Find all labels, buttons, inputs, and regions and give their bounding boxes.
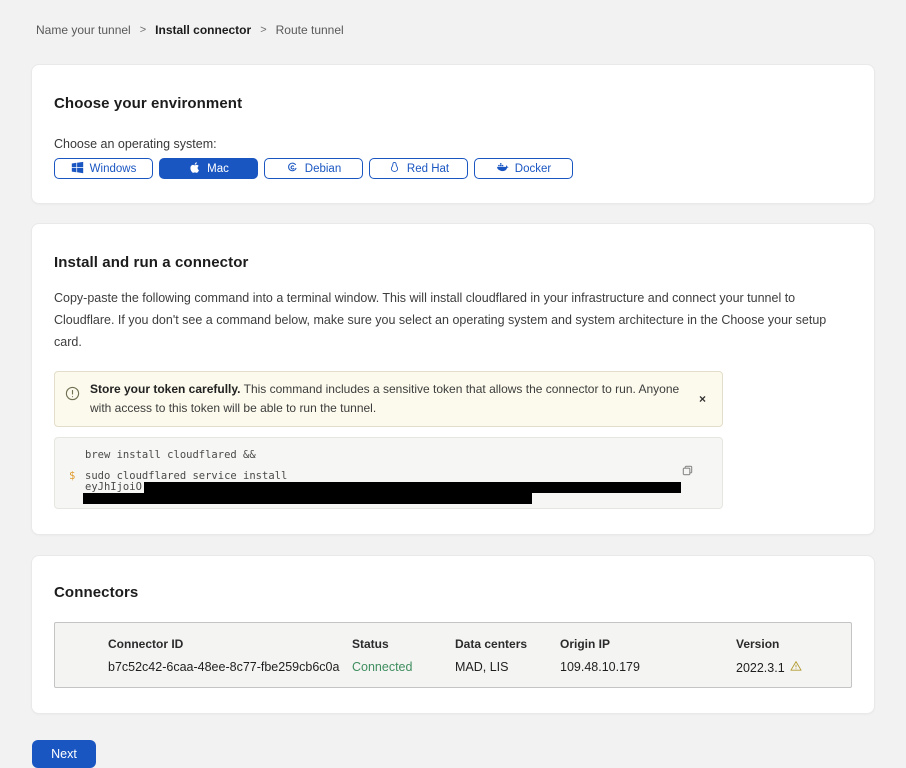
os-select-label: Choose an operating system: xyxy=(54,137,852,151)
version-number: 2022.3.1 xyxy=(736,661,785,675)
column-header-connector-id: Connector ID xyxy=(108,637,352,651)
os-button-label: Mac xyxy=(207,163,229,175)
data-centers-value: MAD, LIS xyxy=(455,660,560,675)
command-line-2: $ sudo cloudflared service install xyxy=(85,471,682,482)
choose-environment-card: Choose your environment Choose an operat… xyxy=(31,64,875,204)
os-button-label: Windows xyxy=(90,163,137,175)
install-description: Copy-paste the following command into a … xyxy=(54,288,844,354)
copy-icon[interactable] xyxy=(679,462,696,479)
token-line: eyJhIjoiO xyxy=(85,482,682,493)
connector-id-value: b7c52c42-6caa-48ee-8c77-fbe259cb6c0a xyxy=(108,660,352,675)
os-button-label: Docker xyxy=(515,163,551,175)
origin-ip-value: 109.48.10.179 xyxy=(560,660,736,675)
command-text: sudo cloudflared service install xyxy=(85,470,287,482)
alert-circle-icon xyxy=(65,386,80,401)
terminal-command-block: brew install cloudflared && $ sudo cloud… xyxy=(54,437,723,509)
os-button-docker[interactable]: Docker xyxy=(474,158,573,179)
column-header-status: Status xyxy=(352,637,455,651)
os-button-label: Debian xyxy=(305,163,341,175)
redhat-icon xyxy=(388,161,401,177)
command-line-1: brew install cloudflared && xyxy=(85,450,682,461)
docker-icon xyxy=(496,161,509,177)
shell-prompt: $ xyxy=(69,471,75,482)
breadcrumb-install-connector[interactable]: Install connector xyxy=(155,23,251,37)
redacted-token-bar xyxy=(144,482,681,493)
windows-icon xyxy=(71,161,84,177)
connectors-card-title: Connectors xyxy=(54,584,852,601)
environment-card-title: Choose your environment xyxy=(54,95,852,112)
breadcrumb-name-your-tunnel[interactable]: Name your tunnel xyxy=(36,23,131,37)
status-badge: Connected xyxy=(352,660,455,675)
column-header-origin-ip: Origin IP xyxy=(560,637,736,651)
next-button[interactable]: Next xyxy=(32,740,96,768)
token-warning-banner: Store your token carefully. This command… xyxy=(54,371,723,427)
install-connector-card: Install and run a connector Copy-paste t… xyxy=(31,223,875,535)
version-value: 2022.3.1 xyxy=(736,660,851,675)
debian-icon xyxy=(286,161,299,177)
warning-title: Store your token carefully. xyxy=(90,382,241,396)
close-icon[interactable]: × xyxy=(695,391,710,407)
os-button-redhat[interactable]: Red Hat xyxy=(369,158,468,179)
install-card-title: Install and run a connector xyxy=(54,254,844,271)
os-button-mac[interactable]: Mac xyxy=(159,158,258,179)
breadcrumb-separator: > xyxy=(260,24,266,36)
warning-text: Store your token carefully. This command… xyxy=(90,380,685,418)
os-button-group: Windows Mac Debian Red Hat Docker xyxy=(54,158,852,179)
column-header-version: Version xyxy=(736,637,851,651)
redacted-token-bar xyxy=(83,493,532,504)
apple-icon xyxy=(188,161,201,177)
breadcrumb-separator: > xyxy=(140,24,146,36)
os-button-label: Red Hat xyxy=(407,163,449,175)
os-button-windows[interactable]: Windows xyxy=(54,158,153,179)
token-prefix: eyJhIjoiO xyxy=(85,482,142,493)
breadcrumb: Name your tunnel > Install connector > R… xyxy=(0,0,906,37)
column-header-data-centers: Data centers xyxy=(455,637,560,651)
breadcrumb-route-tunnel[interactable]: Route tunnel xyxy=(276,23,344,37)
warning-triangle-icon xyxy=(790,660,802,675)
connectors-table: Connector ID Status Data centers Origin … xyxy=(54,622,852,688)
os-button-debian[interactable]: Debian xyxy=(264,158,363,179)
connectors-card: Connectors Connector ID Status Data cent… xyxy=(31,555,875,714)
